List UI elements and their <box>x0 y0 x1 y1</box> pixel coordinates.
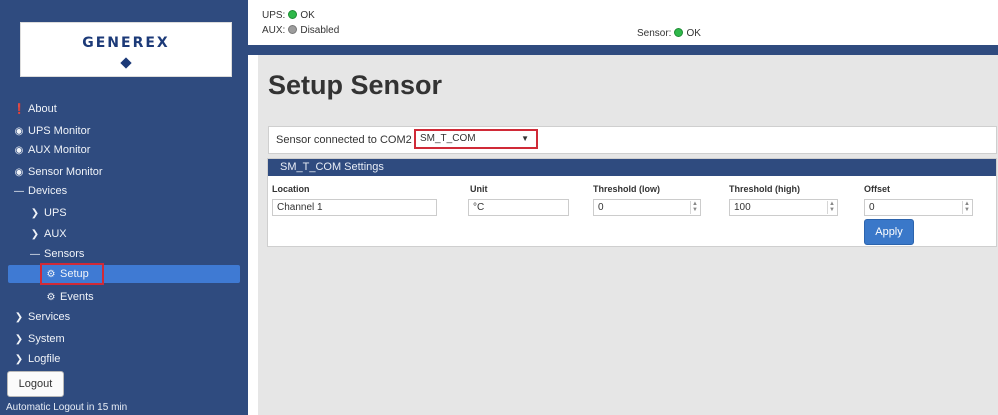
offset-value: 0 <box>869 202 875 213</box>
aux-status: AUX: Disabled <box>262 25 339 36</box>
nav-label: UPS Monitor <box>28 125 91 137</box>
nav-item-about[interactable]: ❗ About <box>13 100 57 118</box>
chevron-right-icon: ❯ <box>14 354 24 365</box>
spinner-icon[interactable]: ▲ ▼ <box>690 201 699 214</box>
nav-item-services[interactable]: ❯ Services <box>13 308 70 326</box>
sensor-type-select[interactable]: SM_T_COM ▼ <box>414 129 538 149</box>
threshold-high-value: 100 <box>734 202 751 213</box>
auto-logout-note: Automatic Logout in 15 min <box>6 402 128 413</box>
sensor-type-value: SM_T_COM <box>420 133 476 144</box>
info-icon: ❗ <box>13 104 26 115</box>
chevron-right-icon: ❯ <box>14 334 24 345</box>
spinner-icon[interactable]: ▲ ▼ <box>962 201 971 214</box>
ups-status: UPS: OK <box>262 10 315 21</box>
nav-label: UPS <box>44 207 67 219</box>
aux-status-label: AUX: <box>262 25 286 36</box>
chevron-right-icon: ❯ <box>14 312 24 323</box>
status-disabled-icon <box>288 25 298 34</box>
threshold-low-value: 0 <box>598 202 604 213</box>
spinner-icon[interactable]: ▲ ▼ <box>827 201 836 214</box>
threshold-high-input[interactable]: 100 ▲ ▼ <box>729 199 838 216</box>
threshold-low-input[interactable]: 0 ▲ ▼ <box>593 199 701 216</box>
nav-label: Devices <box>28 185 68 197</box>
sensor-connection-row: Sensor connected to COM2 <box>268 126 997 154</box>
status-bar <box>248 0 998 45</box>
header-divider <box>248 45 998 55</box>
nav-label: AUX <box>44 228 67 240</box>
dashboard-icon: ◉ <box>14 145 24 156</box>
logo-diamond-icon <box>120 57 132 69</box>
offset-input[interactable]: 0 ▲ ▼ <box>864 199 973 216</box>
gear-icon: ⚙ <box>46 292 56 303</box>
logo-text: GENEREX <box>82 35 170 51</box>
nav-label: Services <box>28 311 71 323</box>
generex-logo: GENEREX <box>20 22 232 77</box>
nav-item-ups[interactable]: ❯ UPS <box>29 204 67 222</box>
threshold-low-label: Threshold (low) <box>593 184 660 194</box>
sensor-status-label: Sensor: <box>637 28 672 39</box>
unit-input[interactable]: °C <box>468 199 569 216</box>
nav-item-logfile[interactable]: ❯ Logfile <box>13 350 61 368</box>
threshold-high-label: Threshold (high) <box>729 184 800 194</box>
nav-label: AUX Monitor <box>28 144 91 156</box>
aux-status-value: Disabled <box>300 25 340 36</box>
nav-label: Sensors <box>44 248 85 260</box>
unit-label: Unit <box>470 184 488 194</box>
location-value: Channel 1 <box>277 202 323 213</box>
chevron-right-icon: ❯ <box>30 208 40 219</box>
nav-item-ups-monitor[interactable]: ◉ UPS Monitor <box>13 122 91 140</box>
ups-status-value: OK <box>300 10 315 21</box>
offset-label: Offset <box>864 184 891 194</box>
caret-down-icon: ▼ <box>521 134 529 143</box>
nav-label: System <box>28 333 65 345</box>
dashboard-icon: ◉ <box>14 126 24 137</box>
sensor-connected-label: Sensor connected to COM2 <box>276 134 412 146</box>
location-input[interactable]: Channel 1 <box>272 199 437 216</box>
nav-item-aux-monitor[interactable]: ◉ AUX Monitor <box>13 141 91 159</box>
nav-item-aux[interactable]: ❯ AUX <box>29 225 67 243</box>
status-ok-icon <box>288 10 298 19</box>
nav-item-sensor-monitor[interactable]: ◉ Sensor Monitor <box>13 163 103 181</box>
nav-label: Sensor Monitor <box>28 166 103 178</box>
minus-icon: — <box>30 249 40 260</box>
minus-icon: — <box>14 186 24 197</box>
nav-item-sensors[interactable]: — Sensors <box>29 245 84 263</box>
nav-item-devices[interactable]: — Devices <box>13 182 67 200</box>
logout-button[interactable]: Logout <box>7 371 64 397</box>
apply-button[interactable]: Apply <box>864 219 914 245</box>
nav-item-system[interactable]: ❯ System <box>13 330 65 348</box>
setup-highlight-box <box>40 263 104 285</box>
panel-title: SM_T_COM Settings <box>268 159 996 176</box>
nav-item-events[interactable]: ⚙ Events <box>45 288 94 306</box>
location-label: Location <box>272 184 310 194</box>
nav-label: Events <box>60 291 94 303</box>
nav-label: Logfile <box>28 353 61 365</box>
nav-label: About <box>28 103 57 115</box>
status-ok-icon <box>674 28 684 37</box>
unit-value: °C <box>473 202 485 213</box>
chevron-right-icon: ❯ <box>30 229 40 240</box>
dashboard-icon: ◉ <box>14 167 24 178</box>
page-title: Setup Sensor <box>268 70 443 100</box>
ups-status-label: UPS: <box>262 10 286 21</box>
sensor-status: Sensor: OK <box>637 28 701 39</box>
sensor-status-value: OK <box>686 28 701 39</box>
